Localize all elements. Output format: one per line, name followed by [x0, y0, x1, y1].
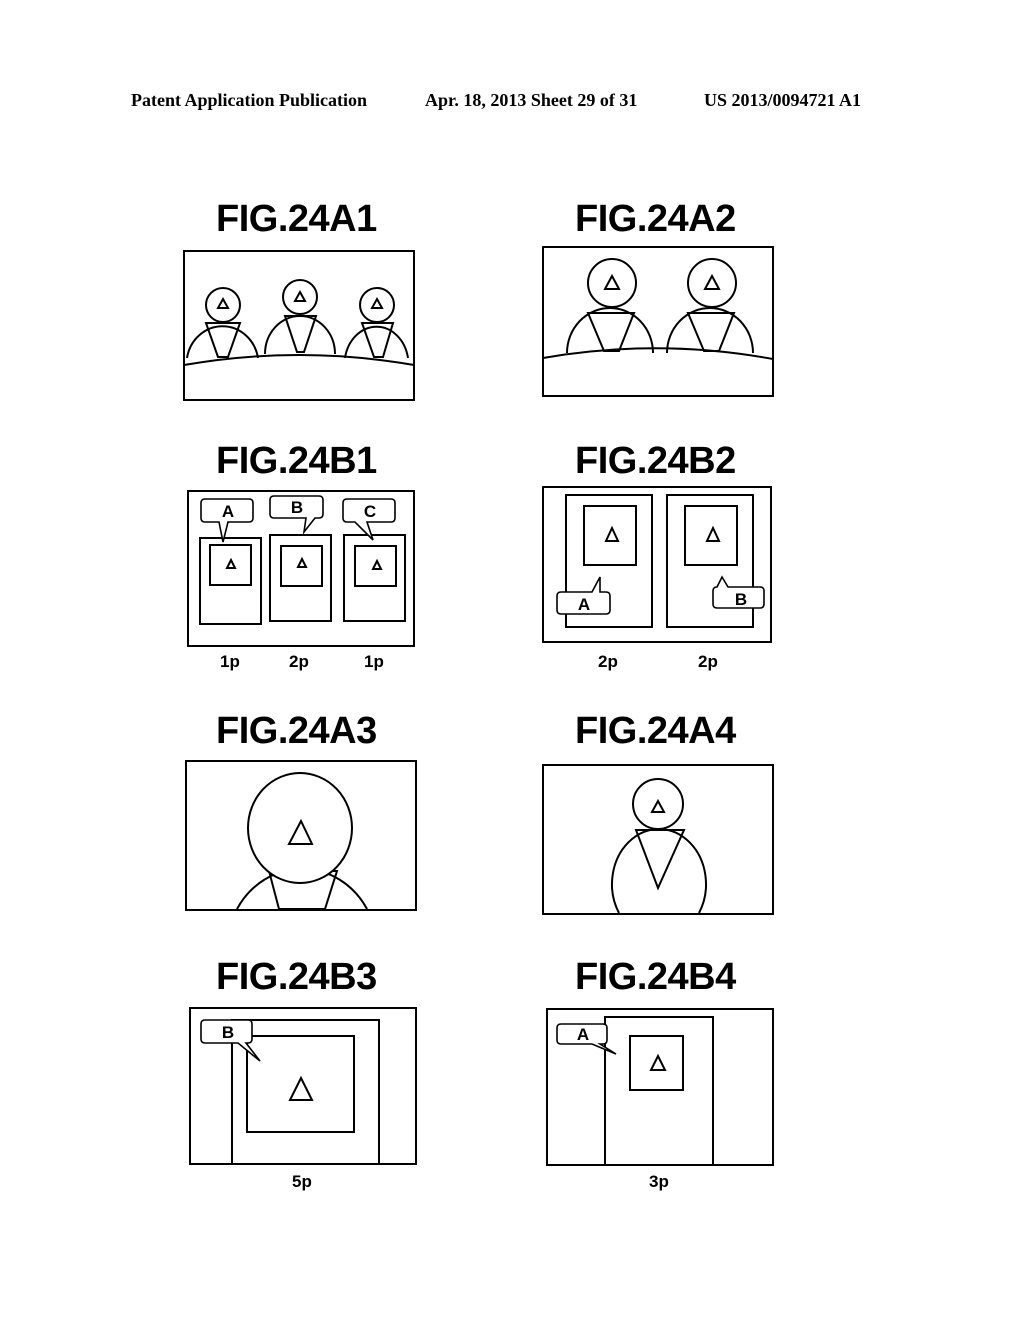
person-closeup [236, 772, 368, 910]
fig-24b2-caption-1: 2p [598, 652, 618, 671]
fig-24a3-title: FIG.24A3 [216, 710, 377, 752]
face-triangle-icon [604, 525, 620, 542]
svg-text:A: A [222, 502, 234, 521]
face-triangle-icon [649, 1053, 667, 1071]
fig-24b4-title: FIG.24B4 [575, 956, 736, 998]
fig-24a1-title: FIG.24A1 [216, 198, 377, 240]
fig-24b1-drawing: A B C [187, 490, 415, 647]
face-frame [629, 1035, 684, 1091]
face-triangle-icon [216, 296, 230, 309]
fig-24b1-caption-3: 1p [364, 652, 384, 671]
person-left [566, 258, 654, 354]
fig-24b4-drawing: A [546, 1008, 774, 1166]
face-triangle-icon [705, 525, 721, 542]
fig-24a1-drawing [183, 250, 415, 401]
fig-24b1-title: FIG.24B1 [216, 440, 377, 482]
fig-24b4-caption: 3p [649, 1172, 669, 1191]
fig-24a4-drawing [542, 764, 774, 915]
person-center [264, 279, 336, 355]
face-triangle-icon [371, 558, 383, 570]
fig-24a2-title: FIG.24A2 [575, 198, 736, 240]
face-triangle-icon [296, 556, 308, 568]
fig-24b3-title: FIG.24B3 [216, 956, 377, 998]
frame [542, 246, 774, 397]
face-triangle-icon [703, 273, 721, 290]
face-triangle-icon [225, 557, 237, 569]
speech-bubble-a: A [556, 1023, 617, 1055]
svg-text:B: B [291, 498, 303, 517]
person-right [344, 287, 409, 359]
fig-24b2-drawing: A B [542, 486, 772, 643]
person-full [611, 778, 707, 914]
fig-24a4-title: FIG.24A4 [575, 710, 736, 752]
patent-number: US 2013/0094721 A1 [704, 90, 862, 110]
svg-text:B: B [222, 1023, 234, 1042]
fig-24a2-drawing [542, 246, 774, 397]
person-frame-c [343, 534, 406, 622]
svg-text:C: C [364, 502, 376, 521]
svg-text:A: A [577, 1025, 589, 1044]
fig-24b3-drawing: B [189, 1007, 417, 1165]
speech-bubble-b: B [269, 495, 324, 535]
fig-24b1-caption-1: 1p [220, 652, 240, 671]
table-edge [542, 347, 774, 360]
publication-label: Patent Application Publication [131, 90, 368, 110]
frame [183, 250, 415, 401]
speech-bubble-b: B [200, 1019, 261, 1062]
fig-24b3-caption: 5p [292, 1172, 312, 1191]
face-triangle-icon [603, 273, 621, 290]
speech-bubble-a: A [556, 576, 611, 615]
date-sheet-label: Apr. 18, 2013 Sheet 29 of 31 [425, 90, 638, 110]
person-frame-a [199, 537, 262, 625]
fig-24b2-title: FIG.24B2 [575, 440, 736, 482]
person-frame-b [269, 534, 332, 622]
svg-text:B: B [735, 590, 747, 609]
person-right [666, 258, 754, 354]
svg-text:A: A [578, 595, 590, 614]
person-left [186, 287, 259, 359]
speech-bubble-b: B [712, 575, 765, 609]
face-frame [246, 1035, 355, 1133]
face-triangle-icon [370, 296, 384, 309]
speech-bubble-a: A [200, 498, 254, 543]
person-frame [231, 1019, 380, 1165]
speech-bubble-c: C [342, 498, 396, 541]
fig-24a3-drawing [185, 760, 417, 911]
face-triangle-icon [288, 1075, 314, 1101]
fig-24b1-caption-2: 2p [289, 652, 309, 671]
fig-24b2-caption-2: 2p [698, 652, 718, 671]
face-triangle-icon [293, 289, 307, 302]
